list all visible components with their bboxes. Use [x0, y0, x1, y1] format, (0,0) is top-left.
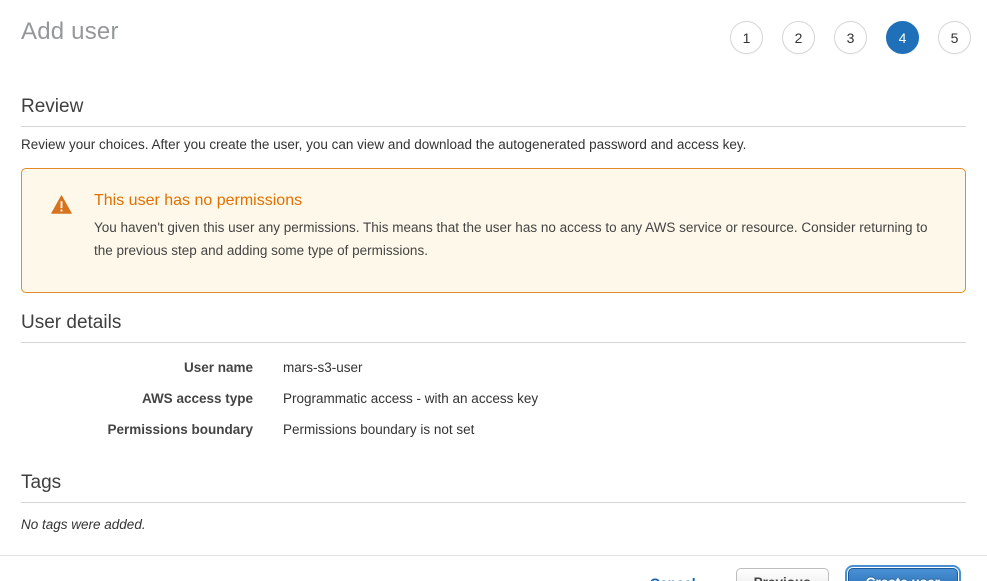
warning-title: This user has no permissions	[94, 192, 937, 210]
user-details-section: User details User name mars-s3-user AWS …	[21, 312, 966, 439]
create-user-button[interactable]: Create user	[848, 568, 958, 581]
previous-button[interactable]: Previous	[736, 568, 829, 581]
no-permissions-warning-banner: This user has no permissions You haven't…	[21, 168, 966, 293]
detail-row-access-type: AWS access type Programmatic access - wi…	[21, 390, 966, 408]
detail-value: Programmatic access - with an access key	[283, 390, 538, 408]
step-indicator-1: 1	[730, 21, 763, 54]
add-user-wizard-page: Add user 1 2 3 4 5 Review Review your ch…	[0, 0, 987, 581]
step-indicator-2: 2	[782, 21, 815, 54]
detail-row-user-name: User name mars-s3-user	[21, 359, 966, 377]
review-description: Review your choices. After you create th…	[21, 137, 966, 152]
tags-heading: Tags	[21, 472, 966, 503]
detail-label: AWS access type	[21, 390, 253, 408]
page-title: Add user	[21, 14, 119, 46]
detail-label: User name	[21, 359, 253, 377]
step-indicator-4: 4	[886, 21, 919, 54]
detail-value: Permissions boundary is not set	[283, 421, 474, 439]
tags-empty-text: No tags were added.	[21, 517, 966, 532]
review-heading: Review	[21, 96, 966, 127]
step-indicator-5: 5	[938, 21, 971, 54]
detail-value: mars-s3-user	[283, 359, 363, 377]
warning-text-block: This user has no permissions You haven't…	[94, 192, 937, 262]
user-details-rows: User name mars-s3-user AWS access type P…	[21, 359, 966, 439]
user-details-heading: User details	[21, 312, 966, 343]
detail-label: Permissions boundary	[21, 421, 253, 439]
wizard-header: Add user 1 2 3 4 5	[0, 0, 987, 54]
wizard-footer: Cancel Previous Create user	[0, 556, 987, 581]
review-section: Review Review your choices. After you cr…	[21, 96, 966, 152]
detail-row-permissions-boundary: Permissions boundary Permissions boundar…	[21, 421, 966, 439]
step-indicator-3: 3	[834, 21, 867, 54]
wizard-step-indicators: 1 2 3 4 5	[730, 21, 971, 54]
warning-body: You haven't given this user any permissi…	[94, 217, 937, 262]
cancel-link[interactable]: Cancel	[650, 575, 696, 581]
tags-section: Tags No tags were added.	[21, 472, 966, 532]
warning-triangle-icon	[51, 195, 72, 214]
